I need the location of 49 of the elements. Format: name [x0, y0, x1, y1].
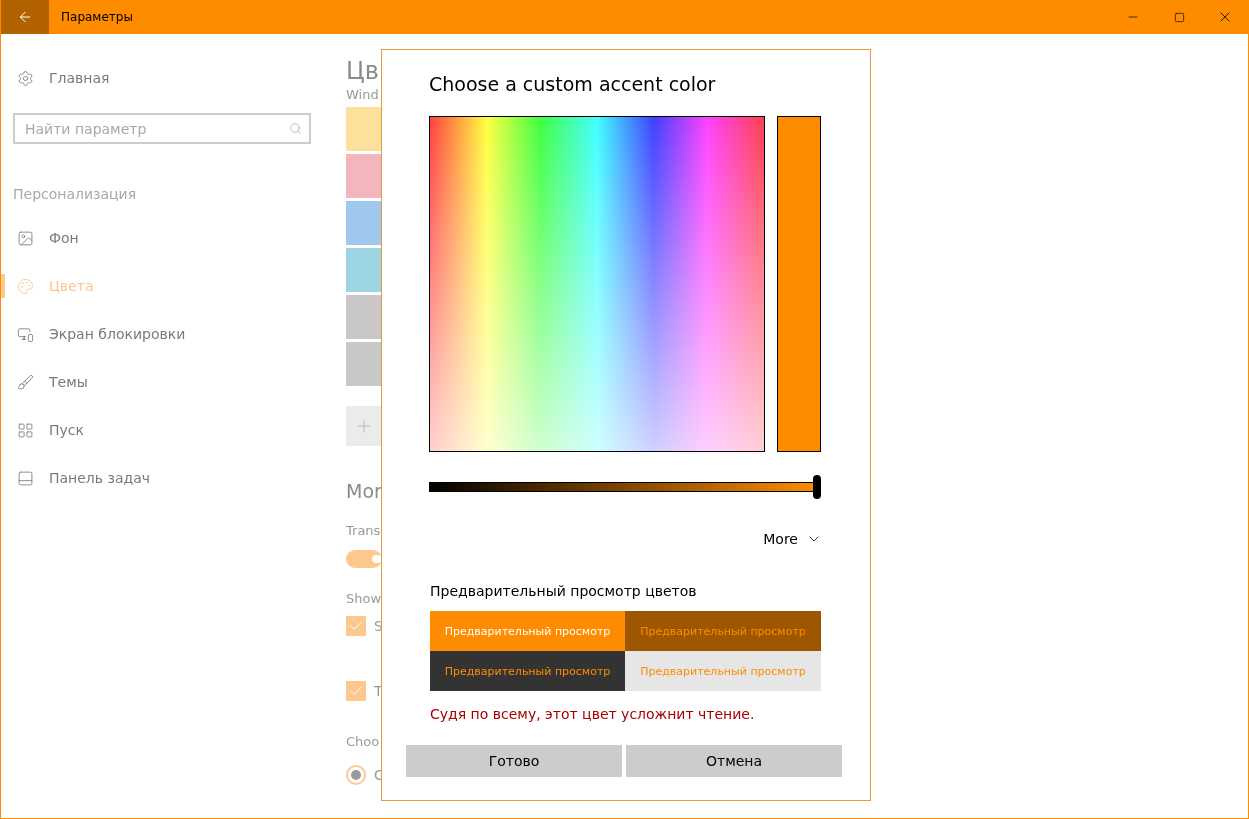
slider-thumb[interactable] — [813, 475, 821, 499]
color-swatch[interactable] — [346, 154, 382, 198]
preview-sample: Предварительный просмотр — [430, 611, 625, 651]
maximize-icon — [1173, 11, 1185, 23]
sidebar-item[interactable]: Пуск — [1, 406, 333, 454]
grid-icon — [17, 421, 34, 439]
color-spectrum[interactable] — [429, 116, 765, 452]
preview-sample: Предварительный просмотр — [430, 651, 625, 691]
more-button[interactable]: More — [763, 531, 822, 547]
color-swatch[interactable] — [346, 107, 382, 151]
add-color-button[interactable] — [346, 406, 382, 446]
monitor-icon — [17, 325, 34, 343]
preview-title: Предварительный просмотр цветов — [430, 583, 698, 599]
toggle-switch[interactable] — [346, 550, 382, 568]
option-label: Trans — [346, 522, 382, 540]
palette-icon — [17, 277, 34, 295]
sidebar-item[interactable]: Темы — [1, 358, 333, 406]
window-title: Параметры — [61, 10, 134, 24]
color-swatch[interactable] — [346, 295, 382, 339]
dialog-title: Choose a custom accent color — [429, 72, 717, 97]
preview-sample: Предварительный просмотр — [625, 651, 821, 691]
section-title: Персонализация — [13, 186, 138, 202]
done-button[interactable]: Готово — [406, 745, 622, 777]
back-button[interactable] — [1, 0, 49, 34]
option-label: Choo — [346, 733, 381, 751]
subtitle-text: Wind — [346, 86, 380, 104]
sidebar-item[interactable]: Фон — [1, 214, 333, 262]
radio-button[interactable] — [346, 765, 366, 785]
checkbox[interactable] — [346, 616, 366, 636]
color-swatch[interactable] — [346, 248, 382, 292]
color-swatch[interactable] — [346, 342, 382, 386]
settings-icon — [17, 69, 34, 87]
sidebar-item[interactable]: Панель задач — [1, 454, 333, 502]
color-swatch[interactable] — [346, 201, 382, 245]
warning-text: Судя по всему, этот цвет усложнит чтение. — [430, 706, 756, 722]
search-icon — [289, 122, 302, 135]
cancel-button[interactable]: Отмена — [626, 745, 842, 777]
preview-sample: Предварительный просмотр — [625, 611, 821, 651]
panel-icon — [17, 469, 34, 487]
page-heading: Цв — [346, 56, 380, 86]
checkbox[interactable] — [346, 681, 366, 701]
search-field[interactable]: Найти параметр — [13, 113, 311, 144]
brush-icon — [17, 373, 34, 391]
section-heading: Mor — [346, 480, 383, 502]
home-item[interactable]: Главная — [1, 54, 333, 102]
image-icon — [17, 229, 34, 247]
sidebar-item[interactable]: Экран блокировки — [1, 310, 333, 358]
back-arrow-icon — [17, 9, 33, 25]
option-label: Show — [346, 590, 383, 608]
